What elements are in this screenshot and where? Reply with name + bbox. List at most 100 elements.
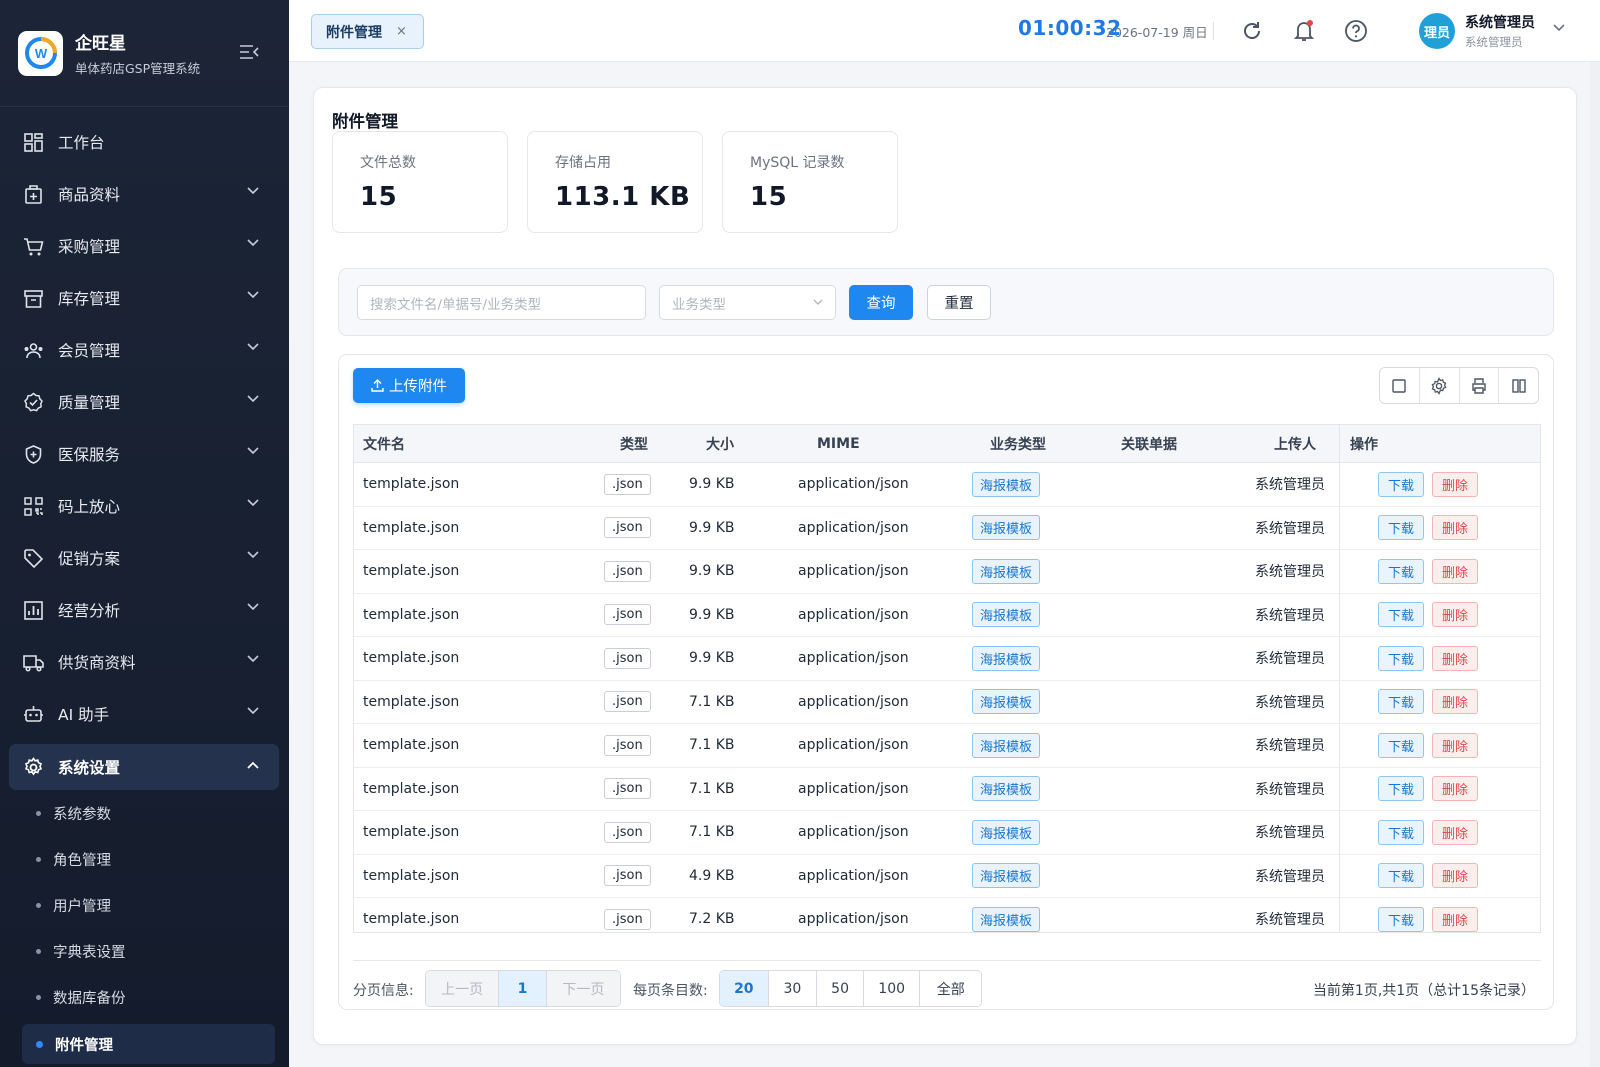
- download-button[interactable]: 下载: [1378, 602, 1425, 628]
- search-input[interactable]: 搜索文件名/单据号/业务类型: [357, 285, 646, 320]
- chevron-down-icon: [247, 603, 259, 611]
- download-button[interactable]: 下载: [1378, 906, 1425, 932]
- sidebar-subitem-1[interactable]: 系统参数: [0, 790, 289, 836]
- page-size-30[interactable]: 30: [768, 971, 818, 1006]
- refresh-icon[interactable]: [1239, 18, 1265, 44]
- delete-button[interactable]: 删除: [1432, 471, 1479, 497]
- print-icon[interactable]: [1460, 368, 1500, 403]
- reset-button[interactable]: 重置: [927, 285, 991, 320]
- col-ref-doc[interactable]: 关联单据: [1121, 425, 1177, 462]
- avatar[interactable]: 理员: [1419, 13, 1455, 49]
- bell-icon[interactable]: [1291, 18, 1317, 44]
- col-filename[interactable]: 文件名: [363, 425, 405, 462]
- cell-uploader: 系统管理员: [1255, 912, 1325, 929]
- sidebar-subitem-4[interactable]: 字典表设置: [0, 928, 289, 974]
- col-uploader[interactable]: 上传人: [1274, 425, 1316, 462]
- chevron-down-icon[interactable]: [1553, 24, 1565, 32]
- user-name[interactable]: 系统管理员: [1465, 12, 1535, 32]
- prev-page-button[interactable]: 上一页: [426, 971, 500, 1006]
- chevron-down-icon: [247, 343, 259, 351]
- delete-button[interactable]: 删除: [1432, 602, 1479, 628]
- sidebar-item-3[interactable]: 采购管理: [0, 220, 289, 272]
- col-size[interactable]: 大小: [706, 425, 734, 462]
- download-button[interactable]: 下载: [1378, 471, 1425, 497]
- page-scrollbar[interactable]: [1590, 62, 1600, 1067]
- brand-subtitle: 单体药店GSP管理系统: [75, 61, 201, 76]
- cell-uploader: 系统管理员: [1255, 868, 1325, 885]
- delete-button[interactable]: 删除: [1432, 819, 1479, 845]
- download-button[interactable]: 下载: [1378, 863, 1425, 889]
- sidebar-item-5[interactable]: 会员管理: [0, 324, 289, 376]
- download-button[interactable]: 下载: [1378, 819, 1425, 845]
- download-button[interactable]: 下载: [1378, 776, 1425, 802]
- cell-biz-type: 海报模板: [972, 681, 1041, 724]
- upload-attachment-button[interactable]: 上传附件: [353, 368, 465, 403]
- table-row[interactable]: template.json .json 9.9 KB application/json…: [354, 550, 1540, 594]
- sidebar-item-2[interactable]: 商品资料: [0, 168, 289, 220]
- table-row[interactable]: template.json .json 9.9 KB application/json…: [354, 463, 1540, 507]
- sidebar-subitem-5[interactable]: 数据库备份: [0, 974, 289, 1020]
- delete-button[interactable]: 删除: [1432, 689, 1479, 715]
- sidebar-item-7[interactable]: 医保服务: [0, 428, 289, 480]
- page-size-50[interactable]: 50: [817, 971, 864, 1006]
- table-row[interactable]: template.json .json 7.1 KB application/json…: [354, 811, 1540, 855]
- page-size-20[interactable]: 20: [720, 971, 769, 1006]
- delete-button[interactable]: 删除: [1432, 906, 1479, 932]
- table-row[interactable]: template.json .json 4.9 KB application/json…: [354, 854, 1540, 898]
- page-size-100[interactable]: 100: [863, 971, 921, 1006]
- page-1-button[interactable]: 1: [499, 971, 547, 1006]
- sidebar-subitem-label: 数据库备份: [53, 990, 126, 1007]
- sidebar-item-13[interactable]: 系统设置: [9, 744, 279, 790]
- fullscreen-icon[interactable]: [1380, 368, 1420, 403]
- delete-button[interactable]: 删除: [1432, 732, 1479, 758]
- next-page-button[interactable]: 下一页: [546, 971, 620, 1006]
- sidebar-item-label: 质量管理: [58, 394, 121, 412]
- shield-icon: [22, 443, 44, 465]
- col-mime[interactable]: MIME: [817, 425, 860, 462]
- table-row[interactable]: template.json .json 9.9 KB application/json…: [354, 506, 1540, 550]
- sidebar-item-10[interactable]: 经营分析: [0, 584, 289, 636]
- download-button[interactable]: 下载: [1378, 558, 1425, 584]
- sidebar-item-1[interactable]: 工作台: [0, 116, 289, 168]
- sidebar-subitem-6[interactable]: 附件管理: [22, 1024, 275, 1064]
- biz-type-select[interactable]: 业务类型: [659, 285, 836, 320]
- sidebar-item-11[interactable]: 供货商资料: [0, 636, 289, 688]
- download-button[interactable]: 下载: [1378, 645, 1425, 671]
- delete-button[interactable]: 删除: [1432, 558, 1479, 584]
- cell-type: .json: [604, 768, 651, 811]
- table-row[interactable]: template.json .json 7.1 KB application/json…: [354, 724, 1540, 768]
- sidebar-item-12[interactable]: AI 助手: [0, 688, 289, 740]
- sidebar-item-6[interactable]: 质量管理: [0, 376, 289, 428]
- table-row[interactable]: template.json .json 7.1 KB application/json…: [354, 767, 1540, 811]
- biz-type-badge: 海报模板: [972, 471, 1041, 497]
- page-size-all[interactable]: 全部: [920, 971, 981, 1006]
- help-icon[interactable]: [1343, 18, 1369, 44]
- query-button[interactable]: 查询: [849, 285, 913, 320]
- cell-type: .json: [604, 898, 651, 932]
- sidebar-subitem-2[interactable]: 角色管理: [0, 836, 289, 882]
- topbar: 附件管理 × 01:00:32 2026-07-19 周日 理员 系统管理员 系…: [289, 0, 1600, 62]
- columns-icon[interactable]: [1499, 368, 1538, 403]
- settings-icon[interactable]: [1420, 368, 1460, 403]
- sidebar-item-9[interactable]: 促销方案: [0, 532, 289, 584]
- collapse-sidebar-icon[interactable]: [239, 44, 259, 60]
- table-row[interactable]: template.json .json 7.1 KB application/json…: [354, 680, 1540, 724]
- cell-mime: application/json: [798, 780, 909, 797]
- download-button[interactable]: 下载: [1378, 732, 1425, 758]
- sidebar-item-4[interactable]: 库存管理: [0, 272, 289, 324]
- col-type[interactable]: 类型: [620, 425, 648, 462]
- tab-attachments[interactable]: 附件管理 ×: [311, 14, 424, 49]
- col-biz-type[interactable]: 业务类型: [990, 425, 1046, 462]
- close-icon[interactable]: ×: [396, 24, 407, 39]
- delete-button[interactable]: 删除: [1432, 776, 1479, 802]
- table-row[interactable]: template.json .json 7.2 KB application/json…: [354, 898, 1540, 932]
- download-button[interactable]: 下载: [1378, 689, 1425, 715]
- delete-button[interactable]: 删除: [1432, 863, 1479, 889]
- sidebar-item-8[interactable]: 码上放心: [0, 480, 289, 532]
- download-button[interactable]: 下载: [1378, 515, 1425, 541]
- delete-button[interactable]: 删除: [1432, 515, 1479, 541]
- table-row[interactable]: template.json .json 9.9 KB application/json…: [354, 593, 1540, 637]
- table-row[interactable]: template.json .json 9.9 KB application/json…: [354, 637, 1540, 681]
- sidebar-subitem-3[interactable]: 用户管理: [0, 882, 289, 928]
- delete-button[interactable]: 删除: [1432, 645, 1479, 671]
